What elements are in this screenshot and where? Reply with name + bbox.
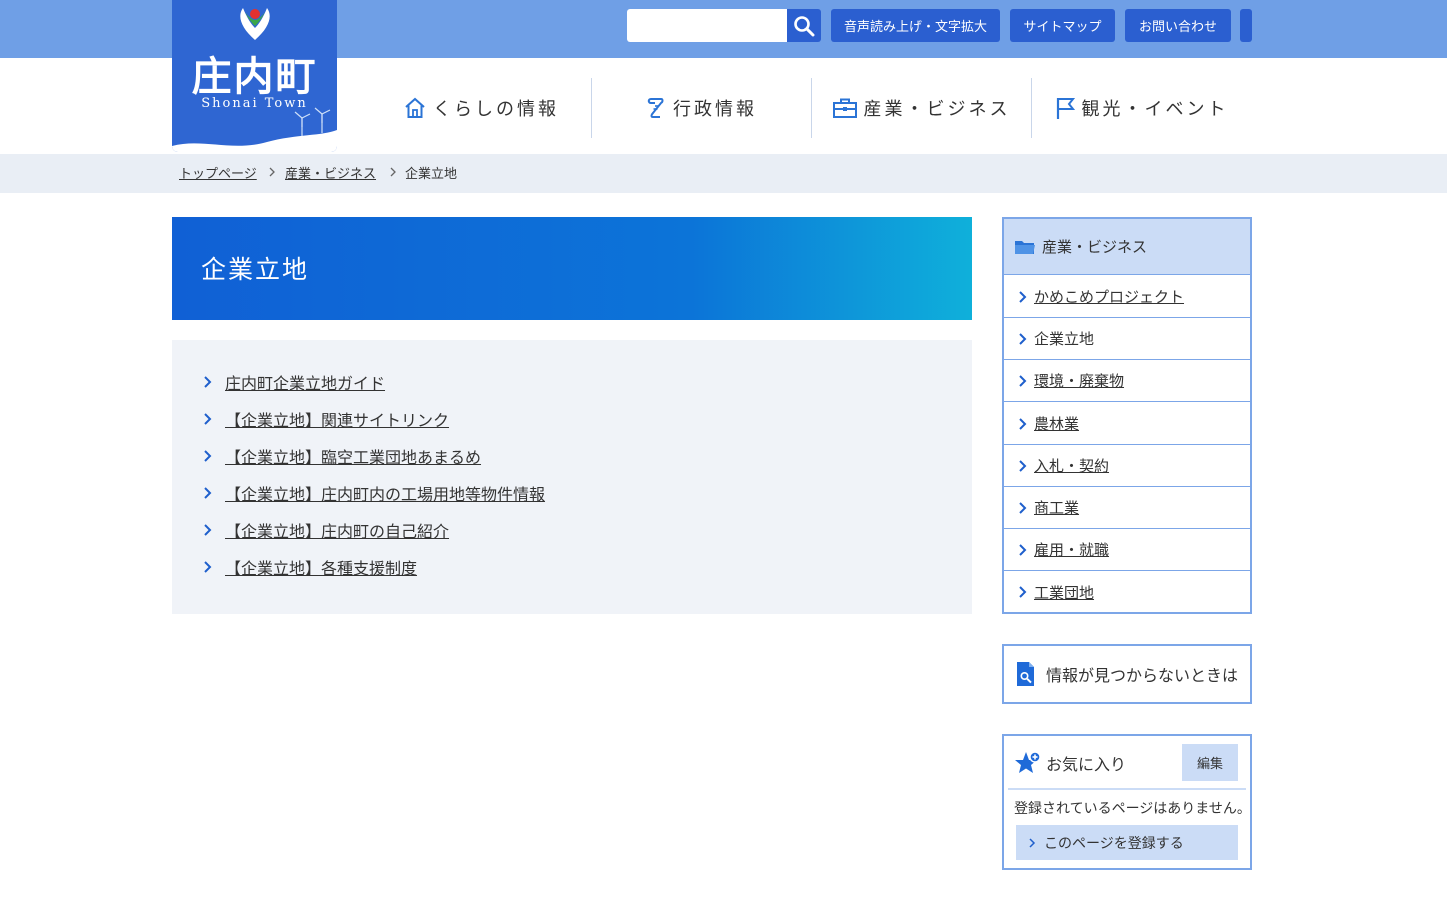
list-item[interactable]: 【企業立地】関連サイトリンク [203, 407, 449, 431]
language-button[interactable] [1240, 9, 1252, 42]
house-icon [405, 97, 425, 118]
list-item-label[interactable]: 庄内町企業立地ガイド [225, 370, 385, 394]
voice-zoom-button[interactable]: 音声読み上げ・文字拡大 [831, 9, 1000, 42]
gnav-industry[interactable]: 産業・ビジネス [812, 78, 1030, 138]
page-title: 企業立地 [201, 255, 310, 284]
breadcrumb-chevron-icon [269, 167, 275, 177]
gnav-administration[interactable]: 行政情報 [592, 78, 810, 138]
side-menu-heading[interactable]: 産業・ビジネス [1004, 219, 1250, 275]
sidebar-item-label[interactable]: 入札・契約 [1034, 455, 1109, 476]
sidebar-item-environment[interactable]: 環境・廃棄物 [1004, 360, 1250, 402]
chevron-right-icon [1018, 374, 1028, 388]
list-item[interactable]: 【企業立地】庄内町内の工場用地等物件情報 [203, 481, 545, 505]
sidebar-item-label: 企業立地 [1034, 330, 1095, 348]
flag-icon [1056, 98, 1075, 119]
list-item-label[interactable]: 【企業立地】関連サイトリンク [225, 407, 449, 431]
gnav-label: 観光・イベント [1081, 99, 1229, 120]
sidebar-item-employment[interactable]: 雇用・就職 [1004, 529, 1250, 571]
town-emblem-icon [240, 8, 270, 40]
chevron-right-icon [1018, 332, 1028, 346]
register-page-label: このページを登録する [1044, 835, 1184, 852]
sidebar-item-kamekome[interactable]: かめこめプロジェクト [1004, 276, 1250, 318]
list-item[interactable]: 【企業立地】各種支援制度 [203, 555, 417, 579]
register-page-button[interactable]: このページを登録する [1016, 825, 1238, 860]
favorites-panel: お気に入り 編集 登録されているページはありません。 このページを登録する [1002, 734, 1252, 870]
sitemap-button[interactable]: サイトマップ [1010, 9, 1115, 42]
chevron-right-icon [1018, 417, 1028, 431]
sidebar-item-commerce[interactable]: 商工業 [1004, 487, 1250, 529]
gnav-label: くらしの情報 [433, 99, 559, 120]
search-button[interactable] [787, 9, 821, 42]
chevron-right-icon [1018, 585, 1028, 599]
list-item-label[interactable]: 【企業立地】庄内町の自己紹介 [225, 518, 449, 542]
logo-title: 庄内町 [191, 53, 318, 100]
chevron-right-icon [1018, 459, 1028, 473]
chevron-right-icon [203, 523, 217, 537]
breadcrumb-industry[interactable]: 産業・ビジネス [285, 163, 376, 182]
sidebar-item-location: 企業立地 [1004, 318, 1250, 360]
chevron-right-icon [1028, 837, 1036, 849]
star-plus-icon [1015, 751, 1041, 773]
document-search-icon [1017, 662, 1034, 686]
not-found-label: 情報が見つからないときは [1046, 666, 1239, 685]
sidebar-item-label[interactable]: 商工業 [1034, 497, 1079, 518]
list-item-label[interactable]: 【企業立地】庄内町内の工場用地等物件情報 [225, 481, 545, 505]
sidebar-item-bidding[interactable]: 入札・契約 [1004, 445, 1250, 487]
page-title-banner: 企業立地 [172, 217, 972, 320]
list-item[interactable]: 庄内町企業立地ガイド [203, 370, 385, 394]
site-logo[interactable]: 庄内町 Shonai Town [172, 0, 337, 152]
breadcrumb-home[interactable]: トップページ [179, 163, 257, 182]
sidebar-item-label[interactable]: 農林業 [1034, 413, 1079, 434]
logo-landscape [172, 107, 337, 152]
favorites-edit-button[interactable]: 編集 [1182, 744, 1238, 781]
gnav-living[interactable]: くらしの情報 [372, 78, 590, 138]
scroll-icon [647, 98, 664, 118]
list-item[interactable]: 【企業立地】臨空工業団地あまるめ [203, 444, 481, 468]
chevron-right-icon [203, 560, 217, 574]
favorites-title: お気に入り [1014, 748, 1126, 778]
chevron-right-icon [203, 486, 217, 500]
folder-icon [1015, 240, 1035, 254]
gnav-label: 産業・ビジネス [863, 99, 1011, 120]
breadcrumb-current: 企業立地 [405, 167, 458, 182]
chevron-right-icon [1018, 543, 1028, 557]
chevron-right-icon [203, 375, 217, 389]
breadcrumb-chevron-icon [390, 167, 396, 177]
sidebar-item-label[interactable]: かめこめプロジェクト [1034, 286, 1184, 307]
toolbox-icon [832, 98, 857, 118]
not-found-help-button[interactable]: 情報が見つからないときは [1002, 644, 1252, 704]
side-menu-heading-label: 産業・ビジネス [1042, 238, 1148, 256]
list-item-label[interactable]: 【企業立地】各種支援制度 [225, 555, 417, 579]
side-menu: 産業・ビジネス かめこめプロジェクト 企業立地 環境・廃棄物 農林業 入札・契約… [1002, 217, 1252, 614]
contact-button[interactable]: お問い合わせ [1125, 9, 1231, 42]
sidebar-item-label[interactable]: 雇用・就職 [1034, 539, 1109, 560]
favorites-title-label: お気に入り [1046, 755, 1127, 774]
chevron-right-icon [1018, 290, 1028, 304]
gnav-label: 行政情報 [673, 99, 757, 120]
sidebar-item-label[interactable]: 工業団地 [1034, 582, 1094, 603]
chevron-right-icon [203, 412, 217, 426]
sidebar-item-label[interactable]: 環境・廃棄物 [1034, 370, 1124, 391]
sidebar-item-industrial-park[interactable]: 工業団地 [1004, 571, 1250, 613]
search-icon [794, 15, 815, 36]
gnav-tourism[interactable]: 観光・イベント [1032, 78, 1250, 138]
list-item-label[interactable]: 【企業立地】臨空工業団地あまるめ [225, 444, 481, 468]
search-input[interactable] [627, 9, 787, 42]
favorites-empty-message: 登録されているページはありません。 [1014, 801, 1251, 817]
chevron-right-icon [203, 449, 217, 463]
sidebar-item-agriculture[interactable]: 農林業 [1004, 403, 1250, 445]
list-item[interactable]: 【企業立地】庄内町の自己紹介 [203, 518, 449, 542]
divider [1008, 788, 1246, 790]
chevron-right-icon [1018, 501, 1028, 515]
